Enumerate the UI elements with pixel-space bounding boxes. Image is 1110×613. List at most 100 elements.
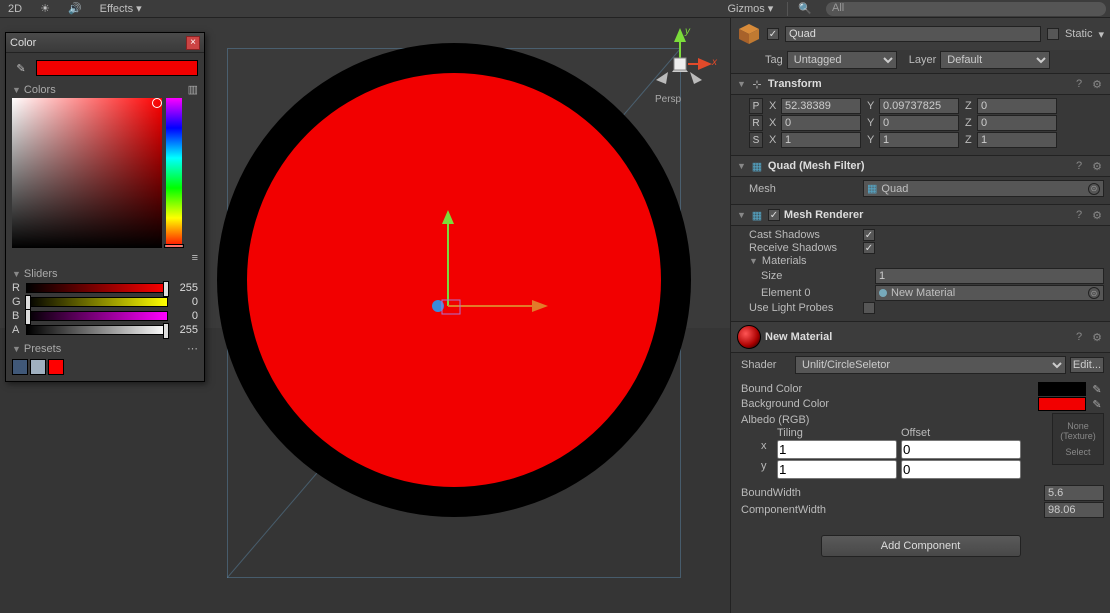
foldout-icon[interactable]: ▼ [737,210,746,220]
position-y-input[interactable] [879,98,959,114]
help-icon[interactable]: ? [1072,159,1086,173]
material-header[interactable]: New Material ? ⚙ [731,321,1110,353]
gear-icon[interactable]: ⚙ [1090,77,1104,91]
eyedropper-icon[interactable]: ✎ [1090,382,1104,396]
saturation-value-box[interactable] [12,98,162,248]
mesh-icon: ▦ [867,182,877,195]
hue-cursor[interactable] [164,244,184,248]
offset-y-input[interactable] [901,460,1021,479]
effects-dropdown[interactable]: Effects ▾ [96,1,146,16]
audio-toggle-icon[interactable]: 🔊 [64,1,86,16]
presets-menu-icon[interactable]: ⋯ [187,342,198,355]
scale-z-input[interactable] [977,132,1057,148]
scale-label: S [749,132,763,148]
bound-color-field[interactable] [1038,382,1086,396]
b-slider[interactable] [26,311,168,321]
eyedropper-icon[interactable]: ✎ [12,59,30,77]
mesh-renderer-header[interactable]: ▼ ▦ Mesh Renderer ? ⚙ [731,204,1110,226]
mesh-filter-title: Quad (Mesh Filter) [768,160,1068,172]
orientation-gizmo[interactable]: y x Persp [640,24,720,104]
materials-label: Materials [762,255,807,267]
persp-label[interactable]: Persp [655,94,681,105]
gear-icon[interactable]: ⚙ [1090,208,1104,222]
gameobject-active-checkbox[interactable] [767,28,779,40]
material-preview-icon [737,325,761,349]
slider-mode-icon[interactable]: ≡ [192,252,198,264]
position-z-input[interactable] [977,98,1057,114]
tag-dropdown[interactable]: Untagged [787,51,897,69]
foldout-icon[interactable]: ▼ [737,79,746,89]
preset-swatch[interactable] [48,359,64,375]
light-probes-checkbox[interactable] [863,302,875,314]
preset-swatch[interactable] [12,359,28,375]
b-value[interactable]: 0 [172,310,198,322]
rotation-label: R [749,115,763,131]
offset-x-input[interactable] [901,440,1021,459]
static-dropdown-icon[interactable]: ▾ [1098,28,1104,41]
materials-size-input[interactable] [875,268,1104,284]
color-mode-icon[interactable]: ▥ [188,83,198,96]
layer-dropdown[interactable]: Default [940,51,1050,69]
r-value[interactable]: 255 [172,282,198,294]
help-icon[interactable]: ? [1072,208,1086,222]
object-picker-icon[interactable]: ⊙ [1088,287,1100,299]
hue-slider[interactable] [166,98,182,248]
scene-search-input[interactable]: All [826,2,1106,16]
albedo-label: Albedo (RGB) [741,414,809,426]
receive-shadows-checkbox[interactable] [863,242,875,254]
mesh-renderer-icon: ▦ [750,208,764,222]
transform-icon: ⊹ [750,77,764,91]
layer-label: Layer [909,54,937,66]
lighting-toggle-icon[interactable]: ☀ [36,1,54,16]
mesh-field[interactable]: ▦ Quad ⊙ [863,180,1104,197]
scale-y-input[interactable] [879,132,959,148]
background-color-field[interactable] [1038,397,1086,411]
rotation-y-input[interactable] [879,115,959,131]
rotation-x-input[interactable] [781,115,861,131]
eyedropper-icon[interactable]: ✎ [1090,397,1104,411]
r-slider[interactable] [26,283,168,293]
mesh-renderer-title: Mesh Renderer [784,209,1068,221]
tiling-y-input[interactable] [777,460,897,479]
position-x-input[interactable] [781,98,861,114]
preset-swatch[interactable] [30,359,46,375]
tiling-x-input[interactable] [777,440,897,459]
albedo-texture-slot[interactable]: None (Texture) Select [1052,413,1104,465]
color-picker-titlebar[interactable]: Color × [6,33,204,53]
rotation-z-input[interactable] [977,115,1057,131]
bound-width-input[interactable] [1044,485,1104,501]
shader-dropdown[interactable]: Unlit/CircleSeletor [795,356,1066,374]
move-gizmo[interactable] [420,208,560,328]
help-icon[interactable]: ? [1072,77,1086,91]
mesh-renderer-enabled-checkbox[interactable] [768,209,780,221]
cast-shadows-checkbox[interactable] [863,229,875,241]
colors-header: Colors [24,84,56,96]
object-picker-icon[interactable]: ⊙ [1088,183,1100,195]
gear-icon[interactable]: ⚙ [1090,159,1104,173]
a-value[interactable]: 255 [172,324,198,336]
transform-header[interactable]: ▼ ⊹ Transform ? ⚙ [731,73,1110,95]
color-picker-title: Color [10,37,36,49]
sv-cursor[interactable] [152,98,162,108]
gameobject-name-input[interactable] [785,26,1041,42]
g-slider[interactable] [26,297,168,307]
scale-x-input[interactable] [781,132,861,148]
foldout-icon[interactable]: ▼ [749,256,758,266]
toggle-2d-button[interactable]: 2D [4,2,26,16]
material-element0-field[interactable]: New Material ⊙ [875,285,1104,301]
mesh-filter-header[interactable]: ▼ ▦ Quad (Mesh Filter) ? ⚙ [731,155,1110,177]
a-slider[interactable] [26,325,168,335]
shader-edit-button[interactable]: Edit... [1070,357,1104,373]
gizmos-dropdown[interactable]: Gizmos ▾ [723,1,777,16]
search-icon: 🔍 [798,2,812,15]
static-checkbox[interactable] [1047,28,1059,40]
component-width-input[interactable] [1044,502,1104,518]
scene-toolbar: 2D ☀ 🔊 Effects ▾ Gizmos ▾ 🔍 All [0,0,1110,18]
g-value[interactable]: 0 [172,296,198,308]
close-icon[interactable]: × [186,36,200,50]
foldout-icon[interactable]: ▼ [737,161,746,171]
help-icon[interactable]: ? [1072,330,1086,344]
add-component-button[interactable]: Add Component [821,535,1021,557]
axis-x-label: x [712,57,717,68]
gear-icon[interactable]: ⚙ [1090,330,1104,344]
